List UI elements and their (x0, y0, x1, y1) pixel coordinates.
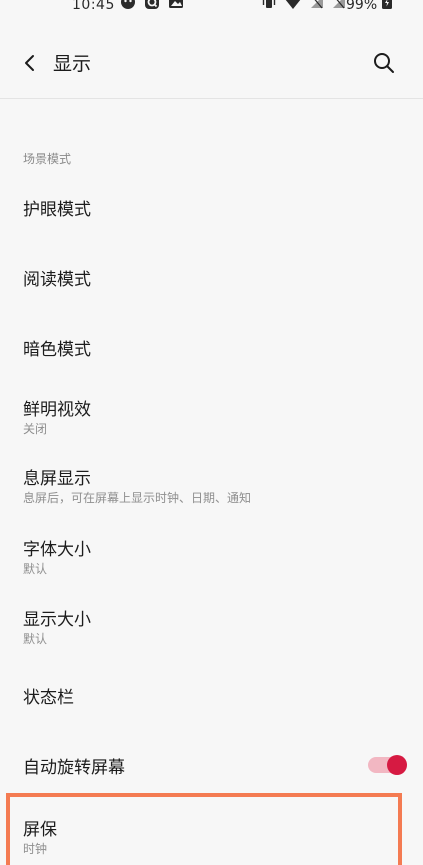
auto-rotate-toggle[interactable] (368, 755, 407, 775)
app-icon (121, 0, 135, 9)
q-icon (145, 0, 159, 9)
app-header: 显示 (0, 38, 423, 88)
setting-item-display-size[interactable]: 显示大小 默认 (0, 603, 423, 653)
status-right-icons (262, 0, 346, 10)
setting-item-subtitle: 关闭 (23, 422, 48, 436)
setting-item-eye-comfort[interactable]: 护眼模式 (0, 190, 423, 230)
setting-item-subtitle: 时钟 (23, 842, 48, 856)
battery-icon (382, 0, 392, 9)
setting-item-subtitle: 默认 (23, 632, 48, 646)
back-icon[interactable] (20, 52, 42, 74)
status-time: 10:45 (72, 0, 115, 13)
header-divider (0, 98, 423, 99)
setting-item-dark-mode[interactable]: 暗色模式 (0, 328, 423, 368)
page-title: 显示 (53, 53, 92, 75)
vibrate-icon (262, 0, 276, 8)
settings-screen: 10:45 99% 显示 场景模式 护眼模式 阅读模式 暗色模式 鲜明视效 关闭… (0, 0, 423, 865)
status-left-icons (120, 0, 184, 10)
image-icon (169, 0, 183, 8)
section-header: 场景模式 (23, 152, 72, 166)
setting-item-title: 息屏显示 (23, 469, 91, 489)
setting-item-title: 鲜明视效 (23, 400, 91, 420)
setting-item-screensaver[interactable]: 屏保 时钟 (0, 813, 423, 865)
setting-item-reading-mode[interactable]: 阅读模式 (0, 258, 423, 298)
setting-item-subtitle: 默认 (23, 562, 48, 576)
setting-item-vivid-effect[interactable]: 鲜明视效 关闭 (0, 393, 423, 443)
setting-item-title: 显示大小 (23, 610, 91, 630)
no-signal-icon (311, 0, 323, 9)
battery-percent: 99% (346, 0, 378, 13)
no-signal-icon (333, 0, 345, 9)
search-icon[interactable] (372, 51, 396, 75)
setting-item-title: 屏保 (23, 820, 57, 840)
setting-item-auto-rotate[interactable]: 自动旋转屏幕 (0, 746, 423, 786)
setting-item-title: 字体大小 (23, 540, 91, 560)
setting-item-status-bar[interactable]: 状态栏 (0, 676, 423, 716)
setting-item-ambient-display[interactable]: 息屏显示 息屏后，可在屏幕上显示时钟、日期、通知 (0, 462, 423, 512)
setting-item-title: 自动旋转屏幕 (23, 758, 125, 778)
setting-item-subtitle: 息屏后，可在屏幕上显示时钟、日期、通知 (23, 491, 252, 505)
setting-item-title: 阅读模式 (23, 270, 91, 290)
toggle-thumb (387, 755, 407, 775)
status-bar: 10:45 99% (0, 0, 423, 22)
setting-item-font-size[interactable]: 字体大小 默认 (0, 533, 423, 583)
setting-item-title: 暗色模式 (23, 340, 91, 360)
setting-item-title: 状态栏 (23, 688, 74, 708)
setting-item-title: 护眼模式 (23, 200, 91, 220)
wifi-icon (285, 0, 301, 9)
